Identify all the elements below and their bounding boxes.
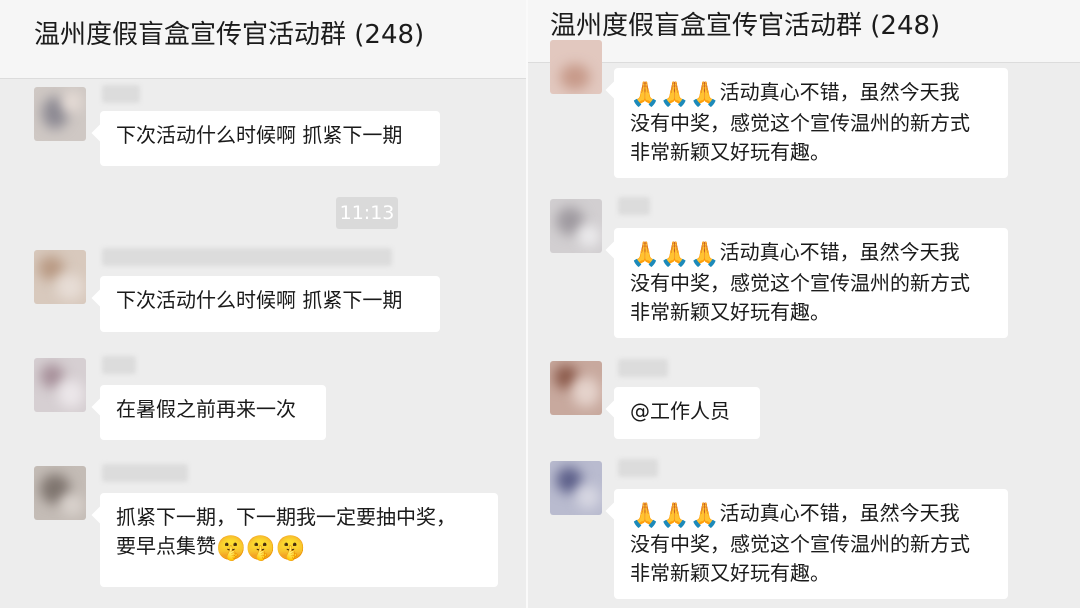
sender-name <box>102 464 188 482</box>
chat-header: 温州度假盲盒宣传官活动群 (248) <box>528 0 1080 63</box>
message-text: 非常新颖又好玩有趣。 <box>630 140 830 164</box>
sender-name <box>618 359 668 377</box>
avatar[interactable] <box>34 358 86 412</box>
folded-hands-icon: 🙏🙏🙏 <box>630 80 720 108</box>
message-bubble[interactable]: 🙏🙏🙏活动真心不错，虽然今天我 没有中奖，感觉这个宣传温州的新方式 非常新颖又好… <box>614 489 1008 599</box>
message-text: 没有中奖，感觉这个宣传温州的新方式 <box>630 532 970 556</box>
group-title: 温州度假盲盒宣传官活动群 (248) <box>550 11 941 41</box>
chat-panel-left: 温州度假盲盒宣传官活动群 (248) 下次活动什么时候啊 抓紧下一期 11:13… <box>0 0 528 608</box>
message-bubble[interactable]: @工作人员 <box>614 387 760 439</box>
avatar[interactable] <box>34 466 86 520</box>
shushing-face-icon: 🤫🤫🤫 <box>216 534 306 562</box>
message-text: 没有中奖，感觉这个宣传温州的新方式 <box>630 271 970 295</box>
message-bubble[interactable]: 下次活动什么时候啊 抓紧下一期 <box>100 111 440 166</box>
message-bubble[interactable]: 在暑假之前再来一次 <box>100 385 326 440</box>
sender-name <box>102 356 136 374</box>
message-text: @工作人员 <box>630 399 730 423</box>
sender-name <box>102 85 140 103</box>
message-text: 没有中奖，感觉这个宣传温州的新方式 <box>630 111 970 135</box>
folded-hands-icon: 🙏🙏🙏 <box>630 240 720 268</box>
message-bubble[interactable]: 下次活动什么时候啊 抓紧下一期 <box>100 276 440 332</box>
message-bubble[interactable]: 🙏🙏🙏活动真心不错，虽然今天我 没有中奖，感觉这个宣传温州的新方式 非常新颖又好… <box>614 228 1008 338</box>
message-bubble[interactable]: 🙏🙏🙏活动真心不错，虽然今天我 没有中奖，感觉这个宣传温州的新方式 非常新颖又好… <box>614 68 1008 178</box>
message-text: 非常新颖又好玩有趣。 <box>630 300 830 324</box>
chat-header: 温州度假盲盒宣传官活动群 (248) <box>0 0 528 79</box>
message-text: 要早点集赞 <box>116 534 216 558</box>
message-text: 活动真心不错，虽然今天我 <box>719 80 960 104</box>
message-text: 非常新颖又好玩有趣。 <box>630 561 830 585</box>
sender-name <box>102 248 392 266</box>
message-bubble[interactable]: 抓紧下一期，下一期我一定要抽中奖， 要早点集赞🤫🤫🤫 <box>100 493 498 587</box>
avatar[interactable] <box>34 250 86 304</box>
message-text: 下次活动什么时候啊 抓紧下一期 <box>116 288 403 312</box>
chat-panel-right: 温州度假盲盒宣传官活动群 (248) 🙏🙏🙏活动真心不错，虽然今天我 没有中奖，… <box>528 0 1080 608</box>
message-text: 抓紧下一期，下一期我一定要抽中奖， <box>116 505 456 529</box>
group-title: 温州度假盲盒宣传官活动群 (248) <box>34 20 425 50</box>
avatar[interactable] <box>550 40 602 94</box>
avatar[interactable] <box>550 199 602 253</box>
message-text: 活动真心不错，虽然今天我 <box>719 501 960 525</box>
sender-name <box>618 459 658 477</box>
time-divider: 11:13 <box>336 197 398 229</box>
folded-hands-icon: 🙏🙏🙏 <box>630 501 720 529</box>
avatar[interactable] <box>550 461 602 515</box>
avatar[interactable] <box>550 361 602 415</box>
avatar[interactable] <box>34 87 86 141</box>
sender-name <box>618 197 650 215</box>
message-text: 活动真心不错，虽然今天我 <box>719 240 960 264</box>
message-text: 下次活动什么时候啊 抓紧下一期 <box>116 123 403 147</box>
message-text: 在暑假之前再来一次 <box>116 397 296 421</box>
